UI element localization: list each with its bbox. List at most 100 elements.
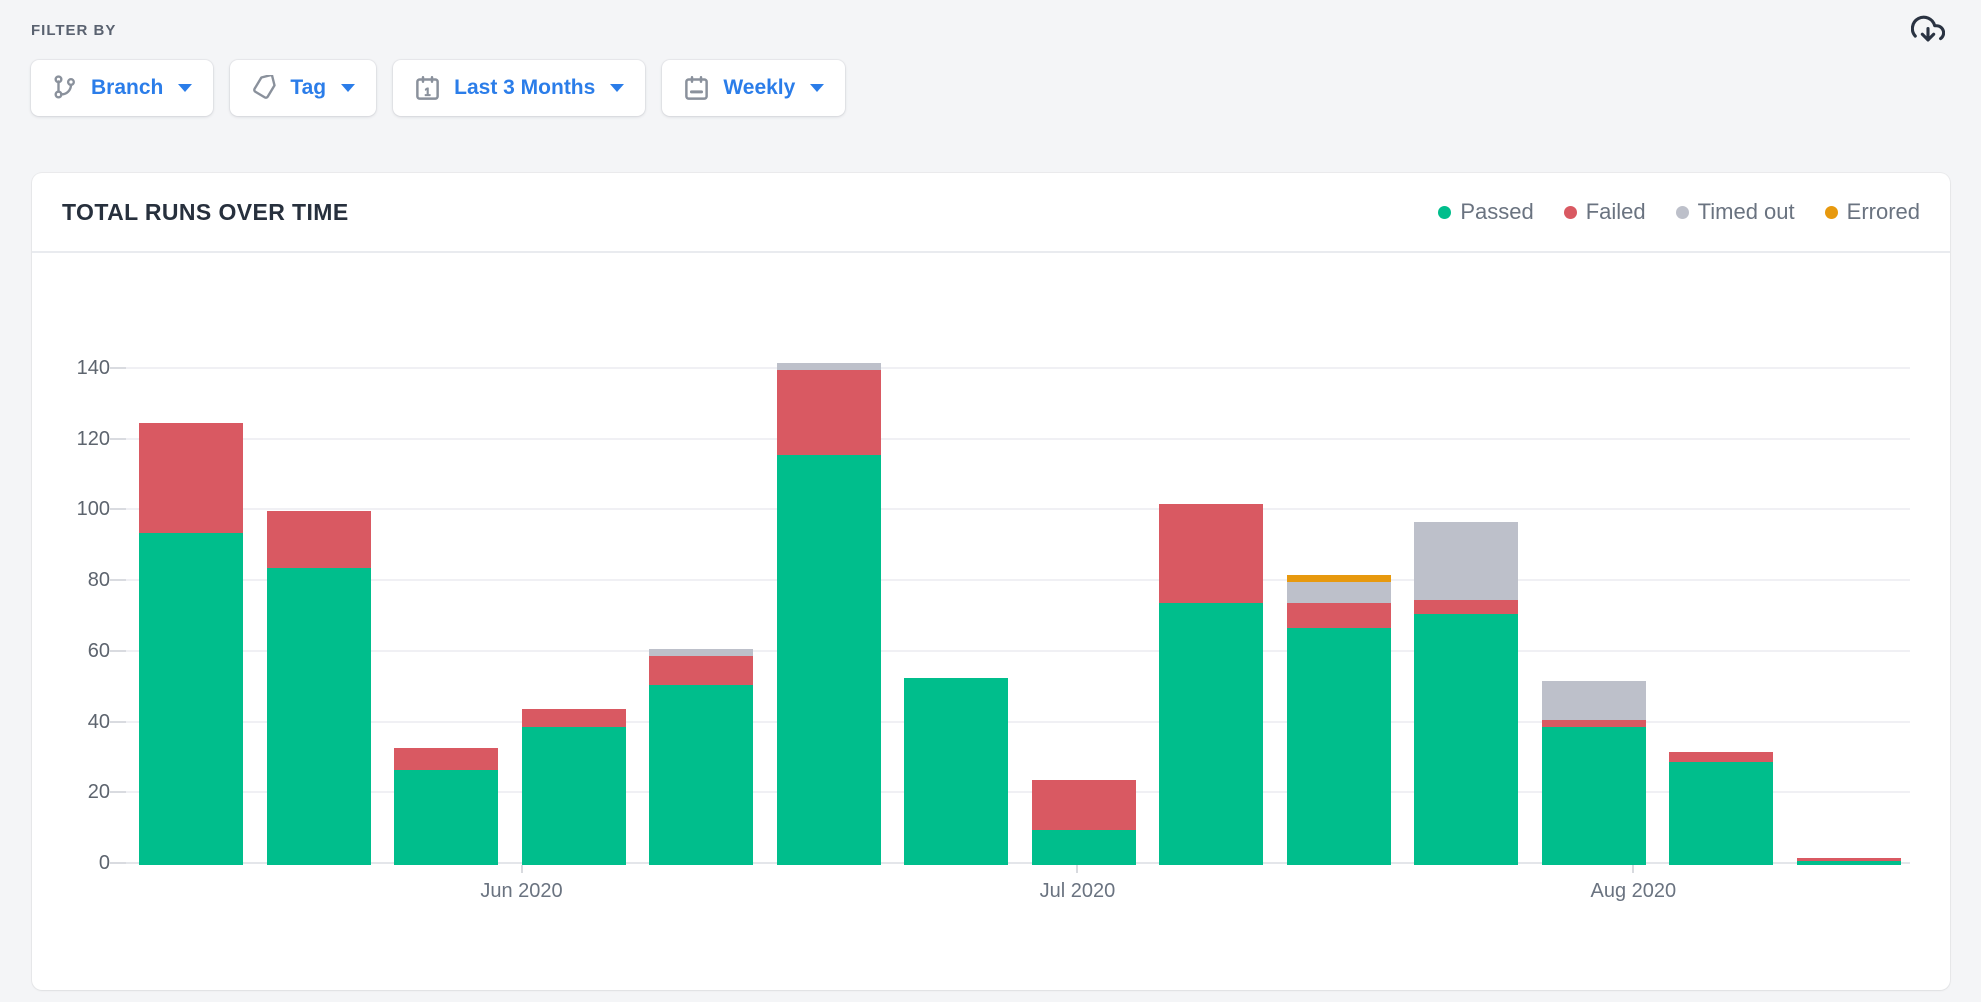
x-tick [1076,865,1078,873]
bar-segment-passed[interactable] [777,455,881,865]
chart-legend: PassedFailedTimed outErrored [1438,199,1920,225]
bar-segment-failed[interactable] [139,423,243,533]
bar-segment-passed[interactable] [1669,762,1773,865]
bar-week-5[interactable] [649,649,753,865]
bar-segment-passed[interactable] [394,770,498,865]
bar-week-8[interactable] [1032,780,1136,865]
interval-filter-button[interactable]: Weekly [662,60,845,116]
x-axis-label-jun-2020: Jun 2020 [480,880,562,902]
bar-segment-failed[interactable] [1032,780,1136,830]
bar-segment-passed[interactable] [1032,830,1136,865]
git-branch-icon [52,75,78,101]
gridline-y-100 [118,508,1910,510]
bar-segment-timed-out[interactable] [1542,681,1646,720]
bar-segment-failed[interactable] [522,709,626,727]
bar-segment-passed[interactable] [649,685,753,865]
legend-label: Passed [1460,199,1533,225]
legend-dot [1564,206,1577,219]
cloud-download-icon [1911,13,1945,47]
gridline-y-120 [118,438,1910,440]
gridline-y-60 [118,650,1910,652]
chevron-down-icon [341,84,355,92]
bar-week-10[interactable] [1287,575,1391,865]
bar-segment-failed[interactable] [1542,720,1646,727]
total-runs-chart: 020406080100120140Jun 2020Jul 2020Aug 20… [118,368,1910,863]
filter-by-label: FILTER BY [31,22,116,39]
branch-filter-button[interactable]: Branch [31,60,213,116]
chevron-down-icon [610,84,624,92]
bar-segment-timed-out[interactable] [649,649,753,656]
y-tick [110,508,126,510]
bar-segment-failed[interactable] [267,511,371,568]
bar-week-12[interactable] [1542,681,1646,865]
branch-filter-label: Branch [91,76,163,100]
bar-week-14[interactable] [1797,858,1901,865]
bar-segment-timed-out[interactable] [777,363,881,370]
x-axis-label-aug-2020: Aug 2020 [1590,880,1676,902]
date-range-filter-button[interactable]: 1 Last 3 Months [393,60,645,116]
bar-segment-passed[interactable] [1287,628,1391,865]
date-range-filter-label: Last 3 Months [454,76,595,100]
legend-item-errored: Errored [1825,199,1920,225]
svg-text:1: 1 [425,86,431,98]
bar-segment-failed[interactable] [777,370,881,455]
y-tick-label: 140 [32,357,110,379]
y-tick [110,862,126,864]
bar-segment-failed[interactable] [1414,600,1518,614]
total-runs-card: TOTAL RUNS OVER TIME PassedFailedTimed o… [32,173,1950,990]
bar-segment-failed[interactable] [649,656,753,684]
card-header: TOTAL RUNS OVER TIME PassedFailedTimed o… [32,173,1950,253]
bar-segment-passed[interactable] [522,727,626,865]
bar-week-7[interactable] [904,678,1008,865]
bar-week-6[interactable] [777,363,881,865]
gridline-y-80 [118,579,1910,581]
interval-filter-label: Weekly [723,76,795,100]
bar-segment-passed[interactable] [1542,727,1646,865]
tag-filter-button[interactable]: Tag [230,60,376,116]
bar-segment-passed[interactable] [1797,861,1901,865]
bar-segment-passed[interactable] [139,533,243,865]
y-tick-label: 100 [32,498,110,520]
legend-item-failed: Failed [1564,199,1646,225]
bar-segment-failed[interactable] [394,748,498,769]
x-tick [1632,865,1634,873]
bar-segment-failed[interactable] [1287,603,1391,628]
y-tick-label: 80 [32,569,110,591]
bar-week-9[interactable] [1159,504,1263,865]
y-tick-label: 60 [32,640,110,662]
bar-segment-errored[interactable] [1287,575,1391,582]
legend-dot [1676,206,1689,219]
bar-segment-failed[interactable] [1159,504,1263,603]
bar-week-4[interactable] [522,709,626,865]
bar-week-1[interactable] [139,423,243,865]
legend-dot [1438,206,1451,219]
bar-segment-passed[interactable] [1414,614,1518,865]
y-tick-label: 20 [32,781,110,803]
x-tick [521,865,523,873]
gridline-y-140 [118,367,1910,369]
legend-label: Errored [1847,199,1920,225]
y-tick [110,650,126,652]
bar-segment-timed-out[interactable] [1414,522,1518,600]
y-tick [110,721,126,723]
bar-week-11[interactable] [1414,522,1518,865]
bar-week-2[interactable] [267,511,371,865]
bar-segment-failed[interactable] [1669,752,1773,763]
calendar-date-icon: 1 [414,75,441,102]
bar-week-13[interactable] [1669,752,1773,865]
bar-segment-passed[interactable] [904,678,1008,865]
x-axis-label-jul-2020: Jul 2020 [1040,880,1116,902]
bar-segment-timed-out[interactable] [1287,582,1391,603]
tag-icon [251,75,277,101]
chevron-down-icon [178,84,192,92]
card-title: TOTAL RUNS OVER TIME [62,199,349,226]
bar-week-3[interactable] [394,748,498,865]
download-button[interactable] [1908,8,1948,52]
y-tick-label: 120 [32,428,110,450]
y-tick-label: 40 [32,711,110,733]
y-tick [110,367,126,369]
bar-segment-passed[interactable] [267,568,371,865]
chevron-down-icon [810,84,824,92]
filter-bar: Branch Tag 1 Last 3 Months [31,60,845,116]
bar-segment-passed[interactable] [1159,603,1263,865]
